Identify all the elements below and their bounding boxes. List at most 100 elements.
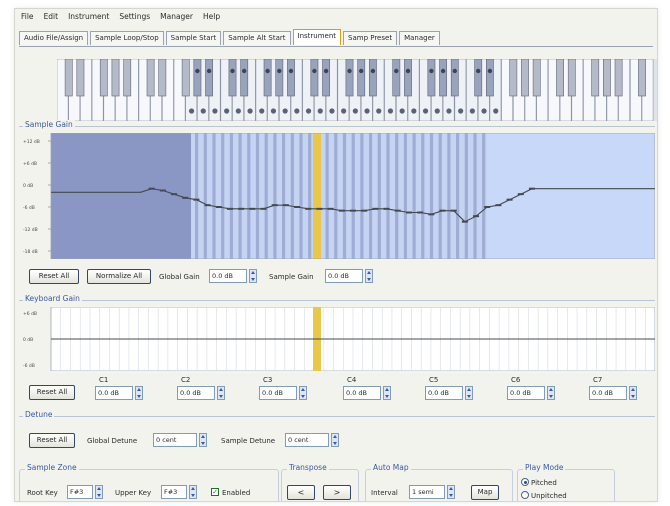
sample-stripe[interactable]	[308, 133, 312, 259]
black-key[interactable]	[275, 59, 284, 97]
sample-stripe[interactable]	[221, 133, 225, 259]
selected-sample-highlight[interactable]	[313, 133, 321, 259]
black-key[interactable]	[345, 59, 354, 97]
sample-stripe[interactable]	[386, 133, 390, 259]
menu-edit[interactable]: Edit	[44, 12, 59, 21]
tab-sample-alt-start[interactable]: Sample Alt Start	[223, 31, 291, 45]
black-key[interactable]	[263, 59, 272, 97]
black-key[interactable]	[509, 59, 518, 97]
sample-stripe[interactable]	[195, 133, 199, 259]
sample-gain-point[interactable]	[439, 209, 446, 212]
sample-gain-point[interactable]	[249, 207, 256, 210]
sample-gain-point[interactable]	[428, 213, 435, 216]
sample-stripe[interactable]	[360, 133, 364, 259]
tab-instrument[interactable]: Instrument	[292, 29, 342, 45]
normalize-all-button[interactable]: Normalize All	[87, 269, 151, 284]
enabled-checkbox[interactable]: ✓	[211, 488, 219, 496]
sample-stripe[interactable]	[403, 133, 407, 259]
sample-gain-point[interactable]	[171, 193, 178, 196]
global-detune-field[interactable]: 0 cent	[153, 433, 197, 447]
black-key[interactable]	[427, 59, 436, 97]
black-key[interactable]	[322, 59, 330, 97]
sample-gain-point[interactable]	[294, 206, 301, 208]
root-key-spinner[interactable]	[95, 485, 103, 499]
octave-gain-spinner-c7[interactable]	[629, 386, 637, 400]
octave-gain-spinner-c3[interactable]	[299, 386, 307, 400]
sample-gain-point[interactable]	[327, 207, 334, 210]
sample-stripe[interactable]	[325, 133, 329, 259]
sample-gain-point[interactable]	[316, 207, 323, 210]
sample-gain-point[interactable]	[528, 187, 535, 190]
menu-manager[interactable]: Manager	[160, 12, 193, 21]
interval-field[interactable]: 1 semi	[409, 485, 445, 499]
octave-gain-field-c7[interactable]: 0.0 dB	[589, 386, 627, 400]
sample-detune-spinner[interactable]	[331, 433, 339, 447]
black-key[interactable]	[205, 59, 213, 97]
sample-gain-point[interactable]	[338, 209, 345, 212]
root-key-field[interactable]: F#3	[67, 485, 93, 499]
octave-gain-spinner-c5[interactable]	[465, 386, 473, 400]
black-key[interactable]	[567, 59, 576, 97]
unpitched-radio[interactable]	[521, 491, 529, 499]
sample-stripe[interactable]	[412, 133, 416, 259]
sample-stripe[interactable]	[351, 133, 355, 259]
keyboard-gain-reset-all-button[interactable]: Reset All	[29, 385, 75, 400]
black-key[interactable]	[146, 59, 155, 97]
black-key[interactable]	[240, 59, 249, 97]
sample-stripe[interactable]	[203, 133, 207, 259]
octave-gain-spinner-c1[interactable]	[135, 386, 143, 400]
sample-gain-point[interactable]	[517, 193, 524, 196]
detune-reset-all-button[interactable]: Reset All	[29, 433, 75, 448]
sample-gain-point[interactable]	[238, 207, 245, 210]
black-key[interactable]	[638, 59, 646, 97]
sample-gain-reset-all-button[interactable]: Reset All	[29, 269, 79, 284]
global-gain-field[interactable]: 0.0 dB	[209, 269, 247, 283]
black-key[interactable]	[76, 59, 85, 97]
black-key[interactable]	[532, 59, 541, 97]
sample-stripe[interactable]	[395, 133, 399, 259]
sample-gain-point[interactable]	[450, 209, 457, 212]
black-key[interactable]	[521, 59, 529, 97]
black-key[interactable]	[193, 59, 202, 97]
octave-gain-field-c1[interactable]: 0.0 dB	[95, 386, 133, 400]
sample-gain-graph[interactable]: +12 dB +6 dB 0 dB -6 dB -12 dB -18 dB	[21, 133, 655, 259]
sample-stripe[interactable]	[247, 133, 251, 259]
octave-gain-spinner-c2[interactable]	[217, 386, 225, 400]
black-key[interactable]	[485, 59, 494, 97]
sample-stripe[interactable]	[369, 133, 373, 259]
keyboard-gain-graph[interactable]: +6 dB 0 dB -6 dB	[21, 307, 655, 371]
black-key[interactable]	[310, 59, 319, 97]
black-key[interactable]	[99, 59, 108, 97]
sample-gain-point[interactable]	[215, 206, 222, 208]
octave-gain-spinner-c6[interactable]	[547, 386, 555, 400]
black-key[interactable]	[368, 59, 377, 97]
sample-stripe[interactable]	[482, 133, 486, 259]
sample-stripe[interactable]	[342, 133, 347, 259]
menu-help[interactable]: Help	[203, 12, 220, 21]
sample-gain-point[interactable]	[394, 209, 401, 212]
sample-stripe[interactable]	[377, 133, 381, 259]
menu-settings[interactable]: Settings	[119, 12, 150, 21]
sample-gain-point[interactable]	[417, 211, 424, 214]
black-key[interactable]	[614, 59, 623, 97]
black-key[interactable]	[404, 59, 412, 97]
sample-gain-point[interactable]	[148, 187, 155, 190]
octave-gain-field-c4[interactable]: 0.0 dB	[343, 386, 381, 400]
sample-stripe[interactable]	[264, 133, 268, 259]
piano-keyboard[interactable]	[57, 59, 657, 121]
pitched-radio[interactable]	[521, 478, 529, 486]
sample-stripe[interactable]	[464, 133, 468, 259]
black-key[interactable]	[357, 59, 366, 97]
tab-samp-preset[interactable]: Samp Preset	[343, 31, 398, 45]
sample-stripe[interactable]	[290, 133, 294, 259]
sample-stripe[interactable]	[299, 133, 303, 259]
sample-stripe[interactable]	[429, 133, 434, 259]
sample-gain-point[interactable]	[506, 198, 513, 201]
tab-sample-start[interactable]: Sample Start	[165, 31, 222, 45]
black-key[interactable]	[450, 59, 459, 97]
transpose-up-button[interactable]: >	[323, 485, 351, 500]
sample-stripe[interactable]	[447, 133, 451, 259]
sample-stripe[interactable]	[456, 133, 460, 259]
black-key[interactable]	[556, 59, 564, 97]
sample-gain-point[interactable]	[350, 209, 356, 212]
